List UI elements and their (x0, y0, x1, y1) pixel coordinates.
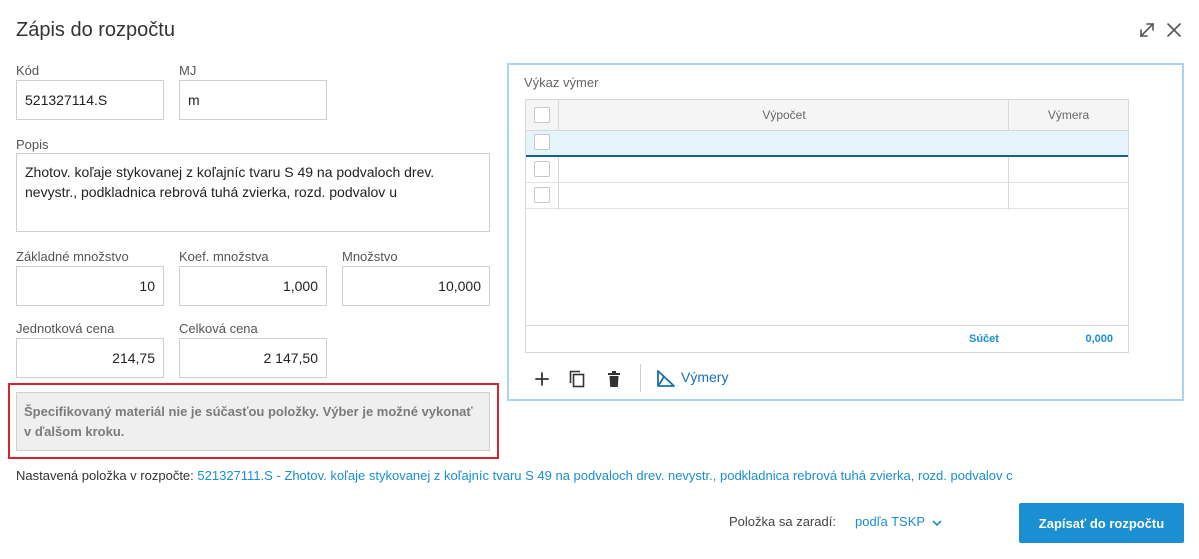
dialog: Zápis do rozpočtu Kód MJ Popis Zhotov. k… (0, 0, 1199, 559)
toolbar-separator (640, 364, 641, 392)
nastavena-polozka-label: Nastavená položka v rozpočte: (16, 468, 194, 483)
vymery-label: Výmery (681, 369, 729, 385)
table-row[interactable] (526, 131, 1128, 157)
mnozstvo-input[interactable] (342, 266, 490, 306)
nastavena-polozka-link[interactable]: 521327111.S - Zhotov. koľaje stykovanej … (197, 468, 1012, 483)
zaradi-value: podľa TSKP (855, 514, 925, 529)
kod-input[interactable] (16, 80, 164, 120)
vykaz-vymer-panel: Výkaz výmer Výpočet Výmera Súčet 0,000 V… (507, 63, 1184, 401)
sucet-label: Súčet (969, 333, 999, 345)
chevron-down-icon (932, 515, 943, 530)
popis-label: Popis (16, 137, 49, 152)
column-vypocet[interactable]: Výpočet (559, 100, 1009, 131)
grid-header: Výpočet Výmera (526, 100, 1128, 131)
celkova-cena-input[interactable] (179, 338, 327, 378)
jednotkova-cena-label: Jednotková cena (16, 321, 115, 336)
jednotkova-cena-input[interactable] (16, 338, 164, 378)
zaradi-label: Položka sa zaradí: (729, 514, 836, 529)
dialog-title: Zápis do rozpočtu (16, 19, 175, 41)
kod-label: Kód (16, 63, 40, 78)
vykaz-grid: Výpočet Výmera Súčet 0,000 (525, 99, 1129, 353)
table-row[interactable] (526, 183, 1128, 209)
koef-mnozstva-input[interactable] (179, 266, 327, 306)
copy-icon[interactable] (568, 368, 586, 390)
grid-footer: Súčet 0,000 (526, 325, 1128, 352)
column-vymera[interactable]: Výmera (1009, 100, 1128, 131)
popis-textarea[interactable]: Zhotov. koľaje stykovanej z koľajníc tva… (16, 153, 490, 232)
delete-icon[interactable] (605, 368, 623, 390)
koef-mnozstva-label: Koef. množstva (179, 249, 269, 264)
row-checkbox[interactable] (534, 161, 550, 177)
nastavena-polozka: Nastavená položka v rozpočte: 521327111.… (16, 468, 1013, 483)
table-row[interactable] (526, 157, 1128, 183)
row-checkbox[interactable] (534, 134, 550, 150)
zaradi-select[interactable]: podľa TSKP (855, 514, 943, 530)
add-icon[interactable] (533, 368, 551, 390)
zakladne-mnozstvo-input[interactable] (16, 266, 164, 306)
close-icon[interactable] (1164, 20, 1184, 40)
warning-message: Špecifikovaný materiál nie je súčasťou p… (16, 392, 490, 451)
expand-icon[interactable] (1137, 20, 1157, 40)
select-all-checkbox[interactable] (534, 107, 550, 123)
row-checkbox[interactable] (534, 187, 550, 203)
vymery-icon (655, 367, 677, 392)
zapisat-do-rozpoctu-button[interactable]: Zapísať do rozpočtu (1019, 503, 1184, 543)
mj-input[interactable] (179, 80, 327, 120)
sucet-value: 0,000 (1085, 333, 1113, 345)
mnozstvo-label: Množstvo (342, 249, 398, 264)
zakladne-mnozstvo-label: Základné množstvo (16, 249, 129, 264)
celkova-cena-label: Celková cena (179, 321, 258, 336)
vykaz-vymer-title: Výkaz výmer (524, 75, 599, 90)
mj-label: MJ (179, 63, 197, 78)
